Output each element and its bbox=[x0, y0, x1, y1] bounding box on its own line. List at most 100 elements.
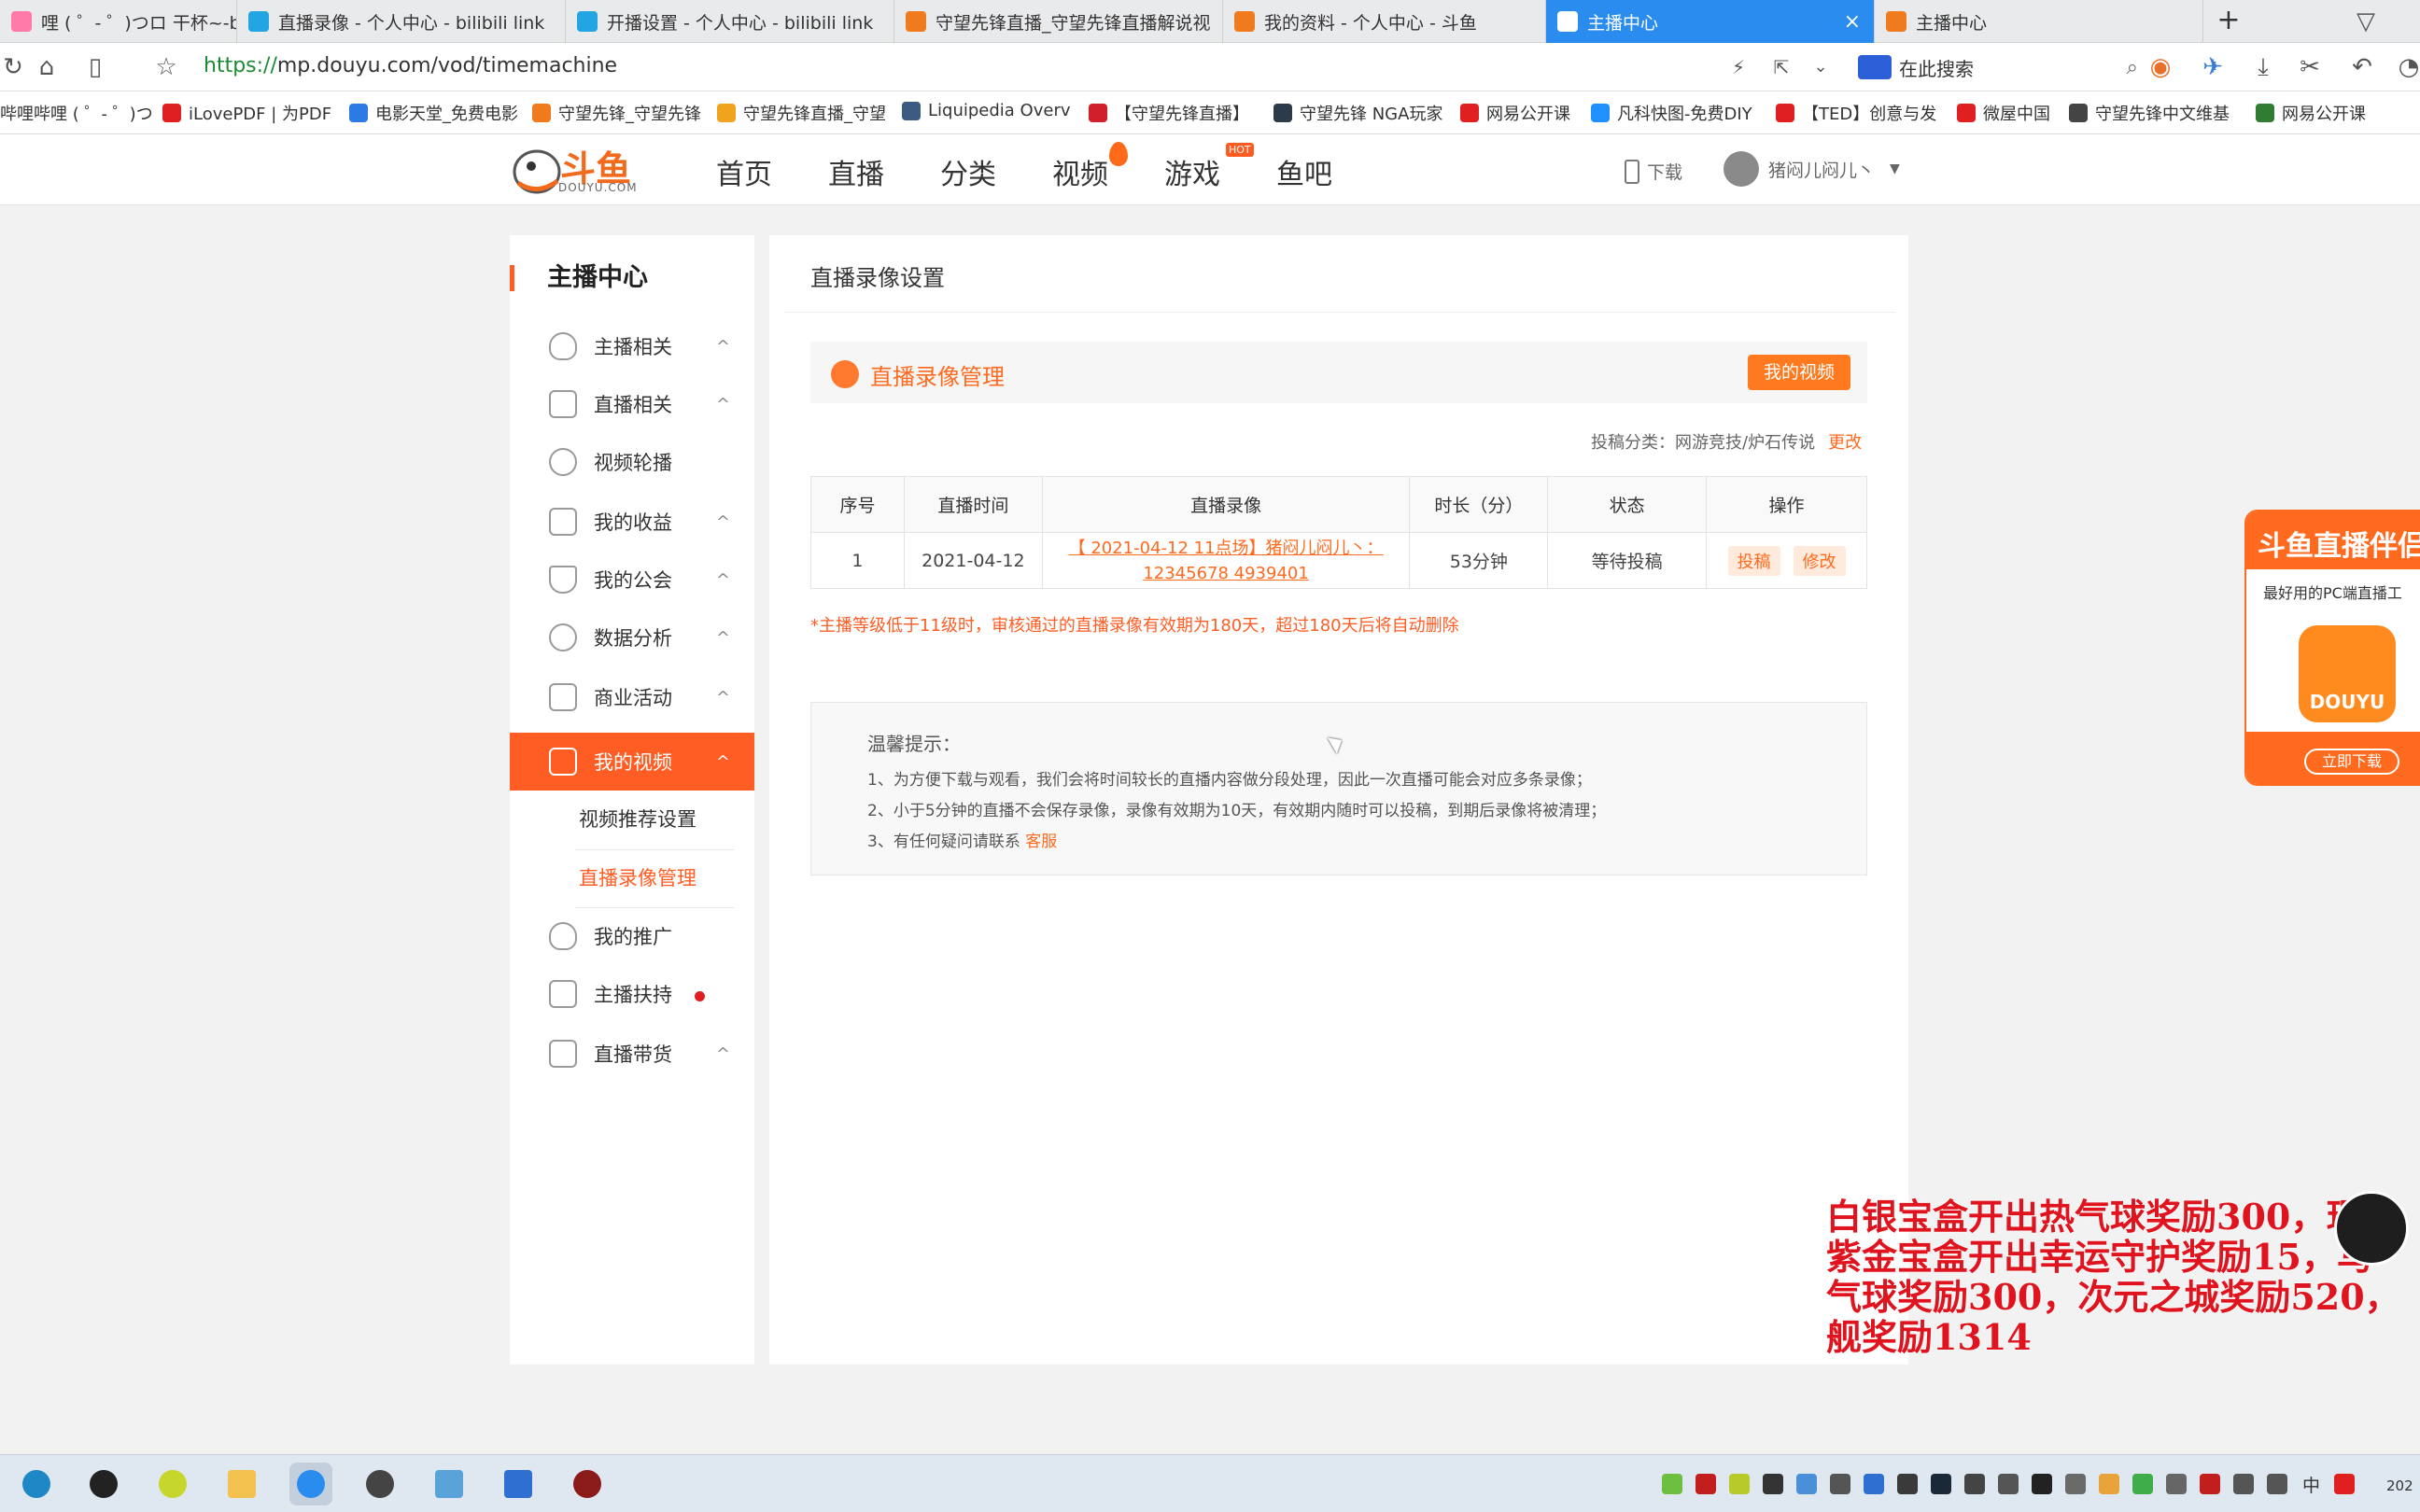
bookmark-item[interactable]: 守望先锋_守望先锋 bbox=[532, 101, 701, 125]
file-explorer-icon[interactable] bbox=[220, 1463, 263, 1505]
microphone-icon[interactable] bbox=[1998, 1474, 2019, 1494]
sidebar-item-live-commerce[interactable]: 直播带货 ^ bbox=[510, 1025, 754, 1083]
tray-icon[interactable] bbox=[1897, 1474, 1918, 1494]
sidebar-item-promotion[interactable]: 我的推广 bbox=[510, 907, 754, 965]
obs-icon[interactable] bbox=[359, 1463, 401, 1505]
tray-icon[interactable] bbox=[1729, 1474, 1750, 1494]
browser-tab[interactable]: 直播录像 - 个人中心 - bilibili link bbox=[237, 0, 566, 43]
browser-tab[interactable]: 哩 ( ゜- ゜)つロ 干杯~-bilibili bbox=[0, 0, 237, 43]
browser-tab[interactable]: 开播设置 - 个人中心 - bilibili link bbox=[566, 0, 894, 43]
ad-download-button[interactable]: 立即下载 bbox=[2304, 749, 2399, 775]
new-tab-button[interactable]: + bbox=[2213, 6, 2244, 37]
tray-icon[interactable] bbox=[1864, 1474, 1884, 1494]
nav-home[interactable]: 首页 bbox=[716, 151, 772, 192]
game-icon[interactable]: ◉ bbox=[2147, 54, 2174, 80]
sidebar-item-video-carousel[interactable]: 视频轮播 bbox=[510, 433, 754, 491]
tray-icon[interactable] bbox=[2200, 1474, 2220, 1494]
nav-live[interactable]: 直播 bbox=[828, 151, 884, 192]
clock[interactable]: 202 bbox=[2386, 1477, 2413, 1494]
nav-video[interactable]: 视频 bbox=[1052, 151, 1108, 192]
tray-icon[interactable] bbox=[1830, 1474, 1850, 1494]
bookmark-item[interactable]: 哔哩哔哩 ( ゜- ゜)つ bbox=[0, 101, 153, 125]
sidebar-subitem-recording-manage[interactable]: 直播录像管理 bbox=[510, 849, 754, 907]
browser-tab[interactable]: 主播中心 bbox=[1875, 0, 2203, 43]
submit-button[interactable]: 投稿 bbox=[1727, 545, 1780, 576]
bookmark-item[interactable]: 网易公开课 bbox=[1460, 101, 1570, 125]
edge-icon[interactable] bbox=[15, 1463, 58, 1505]
steam-icon[interactable] bbox=[1931, 1474, 1951, 1494]
search-box[interactable]: 在此搜索 ⌕ bbox=[1858, 50, 2138, 84]
bookmark-item[interactable]: 守望先锋 NGA玩家 bbox=[1273, 101, 1442, 125]
live-companion-ad[interactable]: 斗鱼直播伴侣 最好用的PC端直播工 DOUYU 立即下载 bbox=[2244, 510, 2420, 786]
tray-icon[interactable] bbox=[2166, 1474, 2187, 1494]
customer-service-link[interactable]: 客服 bbox=[1025, 833, 1057, 851]
tray-icon[interactable] bbox=[2334, 1474, 2355, 1494]
nav-games[interactable]: 游戏 bbox=[1164, 151, 1220, 192]
browser-tab-active[interactable]: 主播中心 × bbox=[1546, 0, 1875, 43]
tray-icon[interactable] bbox=[2065, 1474, 2086, 1494]
sidebar-item-business[interactable]: 商业活动 ^ bbox=[510, 668, 754, 726]
sidebar-item-analytics[interactable]: 数据分析 ^ bbox=[510, 609, 754, 666]
tray-icon[interactable] bbox=[1796, 1474, 1817, 1494]
close-tab-icon[interactable]: × bbox=[1844, 10, 1861, 34]
bookmark-item[interactable]: 守望先锋中文维基 bbox=[2069, 101, 2230, 125]
lightning-icon[interactable]: ⚡ bbox=[1725, 54, 1752, 80]
bookmark-item[interactable]: 凡科快图-免费DIY bbox=[1591, 101, 1752, 125]
qq-icon[interactable] bbox=[82, 1463, 125, 1505]
download-icon[interactable]: ⤓ bbox=[2250, 54, 2276, 80]
tray-icon[interactable] bbox=[2099, 1474, 2119, 1494]
undo-icon[interactable]: ↶ bbox=[2349, 54, 2375, 80]
home-icon[interactable]: ⌂ bbox=[34, 54, 60, 80]
browser-icon[interactable] bbox=[289, 1463, 332, 1505]
tab-list-icon[interactable]: ▽ bbox=[2353, 8, 2379, 35]
url-field[interactable]: https://mp.douyu.com/vod/timemachine bbox=[204, 54, 617, 77]
nav-fishbar[interactable]: 鱼吧 bbox=[1276, 151, 1332, 192]
extension-icon[interactable]: ✈ bbox=[2200, 54, 2226, 80]
sidebar-subitem-video-recommend[interactable]: 视频推荐设置 bbox=[510, 791, 754, 848]
tray-icon[interactable] bbox=[1763, 1474, 1783, 1494]
nav-category[interactable]: 分类 bbox=[940, 151, 996, 192]
input-language[interactable]: 中 bbox=[2302, 1472, 2320, 1497]
browser-tab[interactable]: 我的资料 - 个人中心 - 斗鱼 bbox=[1223, 0, 1546, 43]
bookmark-item[interactable]: 网易公开课 bbox=[2256, 101, 2366, 125]
app-icon[interactable] bbox=[428, 1463, 471, 1505]
app-icon[interactable] bbox=[566, 1463, 609, 1505]
user-menu[interactable]: 猪闷儿闷儿丶 ▼ bbox=[1724, 151, 1900, 187]
bookmark-star-icon[interactable]: ☆ bbox=[153, 54, 179, 80]
clock-icon[interactable]: ◔ bbox=[2396, 54, 2420, 80]
bookmark-item[interactable]: Liquipedia Overv bbox=[902, 101, 1071, 120]
bookmark-item[interactable]: 微屋中国 bbox=[1957, 101, 2050, 125]
search-engine-icon[interactable] bbox=[1858, 55, 1892, 79]
share-icon[interactable]: ⇱ bbox=[1768, 54, 1794, 80]
sidebar-item-streamer[interactable]: 主播相关 ^ bbox=[510, 317, 754, 375]
bookmark-item[interactable]: 【守望先锋直播】 bbox=[1089, 101, 1249, 125]
tray-icon[interactable] bbox=[1695, 1474, 1716, 1494]
chevron-down-icon[interactable]: ⌄ bbox=[1808, 54, 1834, 80]
search-icon[interactable]: ⌕ bbox=[2127, 56, 2138, 79]
download-link[interactable]: 下载 bbox=[1625, 159, 1682, 184]
app-icon[interactable] bbox=[151, 1463, 194, 1505]
bookmark-item[interactable]: 电影天堂_免费电影 bbox=[349, 101, 518, 125]
edit-button[interactable]: 修改 bbox=[1793, 545, 1846, 576]
bookmark-item[interactable]: 【TED】创意与发 bbox=[1776, 101, 1936, 125]
sidebar-item-support[interactable]: 主播扶持 bbox=[510, 965, 754, 1023]
my-videos-button[interactable]: 我的视频 bbox=[1748, 355, 1850, 390]
sidebar-item-live[interactable]: 直播相关 ^ bbox=[510, 375, 754, 433]
tray-icon[interactable] bbox=[2032, 1474, 2052, 1494]
browser-tab[interactable]: 守望先锋直播_守望先锋直播解说视 bbox=[894, 0, 1223, 43]
sidebar-item-income[interactable]: 我的收益 ^ bbox=[510, 493, 754, 551]
bookmark-item[interactable]: 守望先锋直播_守望 bbox=[717, 101, 886, 125]
tray-icon[interactable] bbox=[1662, 1474, 1682, 1494]
sidebar-item-my-videos[interactable]: 我的视频 ^ bbox=[510, 733, 754, 791]
scissors-icon[interactable]: ✂ bbox=[2297, 54, 2323, 80]
reader-icon[interactable]: ▯ bbox=[82, 54, 108, 80]
wechat-icon[interactable] bbox=[2132, 1474, 2153, 1494]
bookmark-item[interactable]: iLovePDF | 为PDF bbox=[162, 101, 331, 125]
refresh-icon[interactable]: ↻ bbox=[0, 54, 26, 80]
volume-icon[interactable] bbox=[2267, 1474, 2287, 1494]
network-icon[interactable] bbox=[2233, 1474, 2254, 1494]
recording-link[interactable]: 【 2021-04-12 11点场】猪闷儿闷儿丶： 12345678 493940… bbox=[1043, 536, 1410, 586]
sidebar-item-guild[interactable]: 我的公会 ^ bbox=[510, 551, 754, 609]
tray-icon[interactable] bbox=[1964, 1474, 1985, 1494]
app-icon[interactable] bbox=[497, 1463, 540, 1505]
